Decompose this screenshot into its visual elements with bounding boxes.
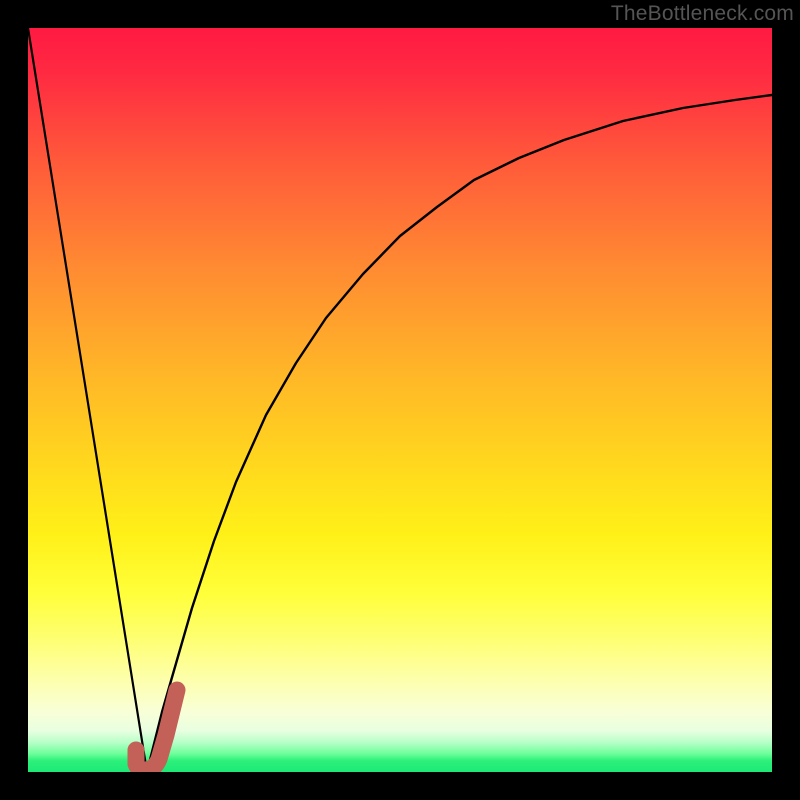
- chart-frame: TheBottleneck.com: [0, 0, 800, 800]
- watermark-text: TheBottleneck.com: [611, 2, 794, 26]
- plot-area: [28, 28, 772, 772]
- curve-layer: [28, 28, 772, 772]
- right-branch-path: [147, 95, 772, 772]
- left-branch-path: [28, 28, 147, 772]
